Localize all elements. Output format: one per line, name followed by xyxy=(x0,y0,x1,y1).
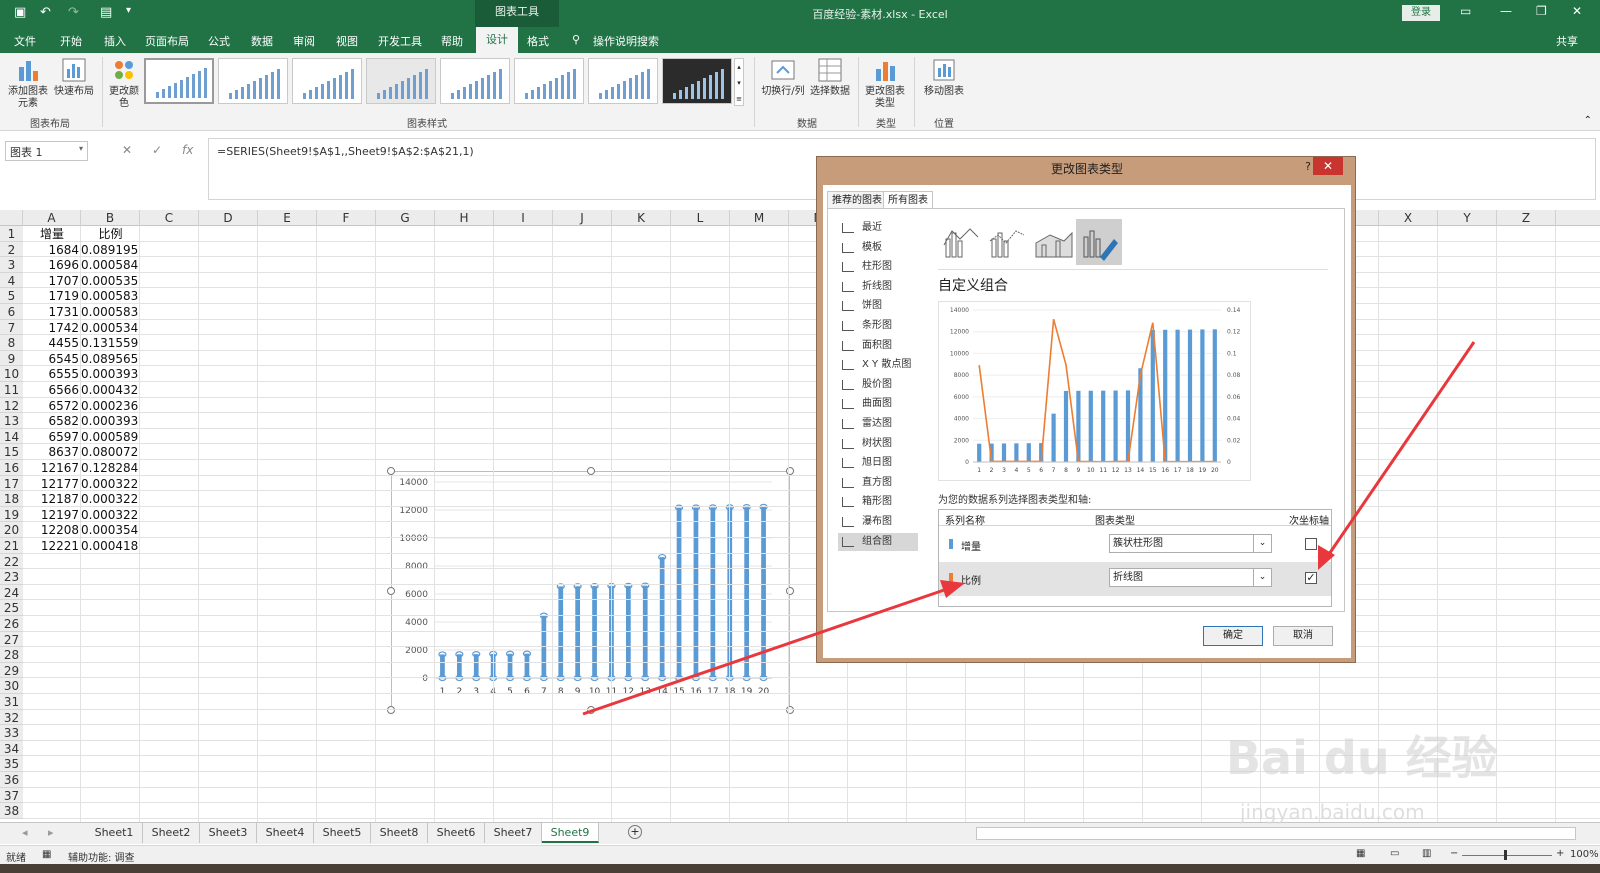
zoom-slider[interactable] xyxy=(1462,855,1552,856)
zoom-in-icon[interactable]: + xyxy=(1556,848,1564,859)
page-break-view-icon[interactable]: ▥ xyxy=(1422,848,1431,859)
horizontal-scrollbar[interactable] xyxy=(976,827,1576,840)
arrow-head-1 xyxy=(940,580,965,598)
add-sheet-icon[interactable]: + xyxy=(628,825,642,839)
zoom-level[interactable]: 100% xyxy=(1570,849,1599,860)
sheet-tab-sheet6[interactable]: Sheet6 xyxy=(428,823,485,843)
baidu-watermark: Bai du 经验 xyxy=(1226,731,1498,785)
sheet-tab-sheet9[interactable]: Sheet9 xyxy=(542,823,599,843)
prev-sheet-icon[interactable]: ◂ xyxy=(22,826,28,839)
status-ready: 就绪 xyxy=(6,853,26,864)
next-sheet-icon[interactable]: ▸ xyxy=(48,826,54,839)
sheet-tab-sheet3[interactable]: Sheet3 xyxy=(200,823,257,843)
status-bar: 就绪 ▦ 辅助功能: 调查 ▦ ▭ ▥ − + 100% xyxy=(0,845,1600,864)
arrow-to-series-row xyxy=(582,586,951,716)
zoom-out-icon[interactable]: − xyxy=(1450,848,1458,859)
page-layout-view-icon[interactable]: ▭ xyxy=(1390,848,1399,859)
sheet-tab-sheet5[interactable]: Sheet5 xyxy=(314,823,371,843)
sheet-tabs-bar: ◂ ▸ Sheet1 Sheet2 Sheet3 Sheet4 Sheet5 Sheet8… xyxy=(0,822,1600,844)
sheet-tab-sheet7[interactable]: Sheet7 xyxy=(485,823,542,843)
zoom-thumb[interactable] xyxy=(1504,850,1507,860)
sheet-tab-sheet1[interactable]: Sheet1 xyxy=(86,823,143,843)
sheet-tab-sheet8[interactable]: Sheet8 xyxy=(371,823,428,843)
taskbar xyxy=(0,864,1600,873)
macro-record-icon[interactable]: ▦ xyxy=(42,849,51,860)
sheet-tab-sheet2[interactable]: Sheet2 xyxy=(143,823,200,843)
normal-view-icon[interactable]: ▦ xyxy=(1356,848,1365,859)
arrow-to-checkbox xyxy=(1323,341,1476,561)
accessibility-status[interactable]: 辅助功能: 调查 xyxy=(68,849,135,864)
sheet-tab-sheet4[interactable]: Sheet4 xyxy=(257,823,314,843)
watermark-url: jingyan.baidu.com xyxy=(1240,800,1425,824)
